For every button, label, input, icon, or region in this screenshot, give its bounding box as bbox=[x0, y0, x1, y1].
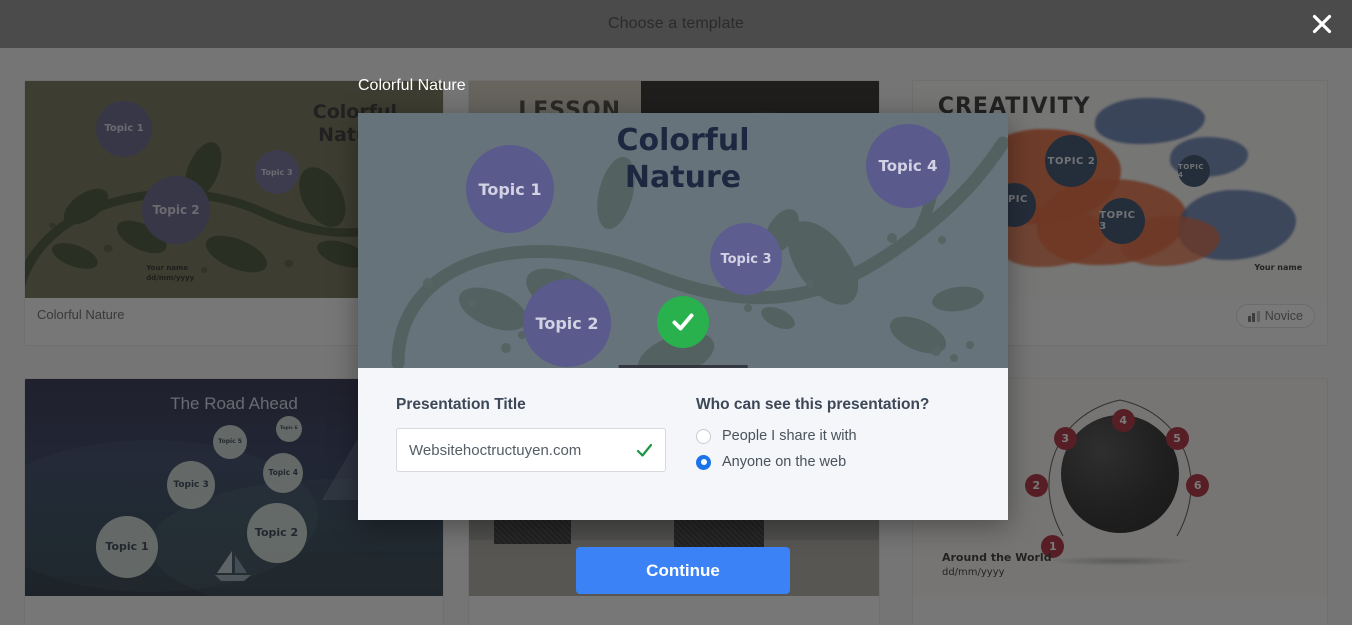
radio-icon-selected[interactable] bbox=[696, 454, 711, 470]
template-title: Colorful Nature bbox=[616, 123, 750, 195]
screen: Colorful Nature Topic 1 Topic 2 Topic 3 … bbox=[0, 0, 1352, 625]
topic-bubble: Topic 2 bbox=[523, 279, 611, 367]
topic-bubble: Topic 4 bbox=[866, 124, 950, 208]
close-icon[interactable] bbox=[1302, 4, 1342, 44]
visibility-label: Who can see this presentation? bbox=[696, 396, 930, 413]
radio-icon[interactable] bbox=[696, 428, 711, 444]
check-icon bbox=[657, 296, 709, 348]
dialog-header: Choose a template bbox=[0, 0, 1352, 48]
visibility-option-label: Anyone on the web bbox=[722, 454, 847, 470]
topic-bubble: Topic 3 bbox=[710, 223, 782, 295]
visibility-option-web[interactable]: Anyone on the web bbox=[696, 454, 970, 470]
continue-button[interactable]: Continue bbox=[576, 547, 790, 594]
hovered-template-name: Colorful Nature bbox=[358, 77, 466, 94]
page-title: Choose a template bbox=[607, 15, 744, 32]
topic-bubble: Topic 1 bbox=[466, 145, 554, 233]
selected-template-preview: Colorful Nature Topic 1 Topic 2 Topic 3 … bbox=[358, 113, 1008, 368]
check-icon bbox=[635, 441, 654, 465]
title-input[interactable] bbox=[397, 441, 665, 459]
presentation-title-label: Presentation Title bbox=[396, 396, 526, 413]
visibility-option-share[interactable]: People I share it with bbox=[696, 428, 970, 444]
nice-choice-tooltip: NICE CHOICE bbox=[618, 365, 748, 368]
create-presentation-modal: Colorful Nature Topic 1 Topic 2 Topic 3 … bbox=[358, 113, 1008, 520]
visibility-option-label: People I share it with bbox=[722, 428, 857, 444]
presentation-settings-form: Presentation Title Who can see this pres… bbox=[358, 368, 1008, 480]
presentation-title-field[interactable] bbox=[396, 428, 666, 472]
